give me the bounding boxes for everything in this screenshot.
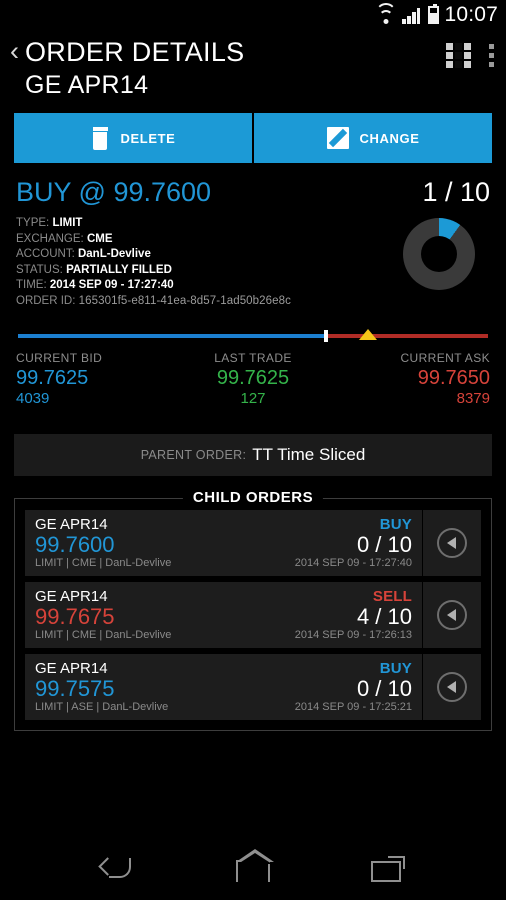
child-order-meta: LIMIT | CME | DanL-Devlive bbox=[35, 629, 172, 641]
action-button-bar: DELETE CHANGE bbox=[14, 113, 492, 163]
parent-order-bar[interactable]: PARENT ORDER: TT Time Sliced bbox=[14, 434, 492, 476]
order-side-price: BUY @ 99.7600 bbox=[16, 177, 212, 207]
last-trade-label: LAST TRADE bbox=[214, 351, 292, 365]
child-order-meta: LIMIT | CME | DanL-Devlive bbox=[35, 557, 172, 569]
chevron-left-icon bbox=[437, 528, 467, 558]
child-order-quantity: 0 / 10 bbox=[356, 676, 412, 701]
child-order-price: 99.7600 bbox=[35, 532, 115, 557]
child-order-side: BUY bbox=[379, 516, 412, 533]
current-ask-price: 99.7650 bbox=[417, 367, 490, 389]
parent-order-label: PARENT ORDER: bbox=[140, 448, 247, 462]
order-field-status-value: PARTIALLY FILLED bbox=[66, 263, 172, 276]
status-bar: 10:07 bbox=[0, 0, 506, 30]
parent-order-value: TT Time Sliced bbox=[252, 445, 366, 464]
table-row[interactable]: GE APR14 SELL 99.7675 4 / 10 LIMIT | CME… bbox=[25, 582, 481, 648]
last-trade-triangle-marker bbox=[359, 329, 378, 340]
price-range-track bbox=[18, 334, 488, 338]
last-trade-price: 99.7625 bbox=[216, 367, 290, 389]
child-order-time: 2014 SEP 09 - 17:26:13 bbox=[294, 629, 412, 641]
wifi-icon bbox=[375, 2, 397, 24]
current-bid-price: 99.7625 bbox=[16, 367, 89, 389]
grid-view-icon[interactable] bbox=[446, 43, 471, 68]
child-order-expand-button[interactable] bbox=[423, 654, 481, 720]
child-order-expand-button[interactable] bbox=[423, 582, 481, 648]
order-field-order-id-value: 165301f5-e811-41ea-8d57-1ad50b26e8c bbox=[78, 294, 292, 307]
trash-icon bbox=[91, 126, 110, 150]
order-field-order-id: ORDER ID: 165301f5-e811-41ea-8d57-1ad50b… bbox=[16, 294, 490, 310]
child-orders-legend: CHILD ORDERS bbox=[182, 489, 324, 506]
order-quantity: 1 / 10 bbox=[422, 177, 490, 207]
order-field-order-id-key: ORDER ID: bbox=[16, 294, 76, 307]
order-summary: BUY @ 99.7600 1 / 10 TYPE: LIMIT EXCHANG… bbox=[0, 163, 506, 309]
fill-progress-donut bbox=[403, 218, 475, 290]
order-price-tick-marker bbox=[323, 330, 328, 342]
android-navigation-bar bbox=[0, 838, 506, 900]
child-order-symbol: GE APR14 bbox=[35, 588, 108, 605]
child-order-quantity: 0 / 10 bbox=[356, 532, 412, 557]
child-order-quantity: 4 / 10 bbox=[356, 604, 412, 629]
order-field-type-value: LIMIT bbox=[52, 217, 83, 229]
price-range-bid-segment bbox=[18, 334, 326, 338]
app-bar: ‹ ORDER DETAILS GE APR14 bbox=[0, 30, 506, 107]
delete-button-label: DELETE bbox=[120, 130, 176, 146]
recents-icon[interactable] bbox=[371, 856, 406, 882]
order-field-account-value: DanL-Devlive bbox=[77, 248, 151, 260]
current-ask-quote: CURRENT ASK 99.7650 8379 bbox=[332, 351, 490, 408]
current-bid-size: 4039 bbox=[16, 390, 50, 407]
overflow-menu-icon[interactable] bbox=[489, 43, 494, 67]
order-field-time-key: TIME: bbox=[16, 279, 47, 291]
battery-icon bbox=[428, 4, 440, 24]
child-order-price: 99.7575 bbox=[35, 676, 115, 701]
quote-row: CURRENT BID 99.7625 4039 LAST TRADE 99.7… bbox=[16, 351, 490, 408]
order-field-type-key: TYPE: bbox=[16, 217, 50, 229]
price-range-bar bbox=[18, 329, 488, 343]
child-orders-frame: GE APR14 BUY 99.7600 0 / 10 LIMIT | CME … bbox=[14, 498, 492, 731]
current-ask-size: 8379 bbox=[456, 390, 490, 407]
change-button[interactable]: CHANGE bbox=[254, 113, 492, 163]
child-order-details[interactable]: GE APR14 SELL 99.7675 4 / 10 LIMIT | CME… bbox=[25, 582, 423, 648]
current-ask-label: CURRENT ASK bbox=[400, 351, 490, 365]
child-order-meta: LIMIT | ASE | DanL-Devlive bbox=[35, 701, 169, 713]
table-row[interactable]: GE APR14 BUY 99.7575 0 / 10 LIMIT | ASE … bbox=[25, 654, 481, 720]
child-order-price: 99.7675 bbox=[35, 604, 115, 629]
current-bid-label: CURRENT BID bbox=[16, 351, 103, 365]
app-bar-titles: ORDER DETAILS GE APR14 bbox=[25, 34, 446, 101]
back-icon[interactable] bbox=[101, 858, 135, 880]
order-field-exchange-key: EXCHANGE: bbox=[16, 232, 84, 245]
table-row[interactable]: GE APR14 BUY 99.7600 0 / 10 LIMIT | CME … bbox=[25, 510, 481, 576]
order-field-account-key: ACCOUNT: bbox=[16, 248, 75, 260]
child-orders-section: CHILD ORDERS GE APR14 BUY 99.7600 0 / 10… bbox=[14, 489, 492, 731]
last-trade-size: 127 bbox=[240, 390, 266, 407]
child-order-symbol: GE APR14 bbox=[35, 516, 108, 533]
order-field-time-value: 2014 SEP 09 - 17:27:40 bbox=[49, 279, 174, 291]
app-bar-actions bbox=[446, 34, 494, 101]
order-summary-header: BUY @ 99.7600 1 / 10 bbox=[16, 177, 490, 207]
price-range-ask-segment bbox=[325, 334, 488, 338]
chevron-left-icon bbox=[437, 600, 467, 630]
chevron-left-icon bbox=[437, 672, 467, 702]
pencil-icon bbox=[326, 127, 349, 149]
child-order-details[interactable]: GE APR14 BUY 99.7575 0 / 10 LIMIT | ASE … bbox=[25, 654, 423, 720]
order-field-status-key: STATUS: bbox=[16, 263, 63, 276]
child-order-time: 2014 SEP 09 - 17:25:21 bbox=[294, 701, 412, 713]
status-bar-clock: 10:07 bbox=[444, 3, 498, 26]
child-order-details[interactable]: GE APR14 BUY 99.7600 0 / 10 LIMIT | CME … bbox=[25, 510, 423, 576]
delete-button[interactable]: DELETE bbox=[14, 113, 252, 163]
current-bid-quote: CURRENT BID 99.7625 4039 bbox=[16, 351, 174, 408]
change-button-label: CHANGE bbox=[359, 130, 420, 146]
child-order-side: SELL bbox=[372, 588, 412, 605]
order-field-exchange-value: CME bbox=[86, 232, 113, 245]
back-chevron-icon[interactable]: ‹ bbox=[8, 34, 25, 101]
child-order-side: BUY bbox=[379, 660, 412, 677]
child-order-expand-button[interactable] bbox=[423, 510, 481, 576]
home-icon[interactable] bbox=[235, 849, 274, 882]
child-order-symbol: GE APR14 bbox=[35, 660, 108, 677]
child-order-time: 2014 SEP 09 - 17:27:40 bbox=[294, 557, 412, 569]
page-title: ORDER DETAILS bbox=[25, 37, 245, 67]
page-subtitle: GE APR14 bbox=[25, 71, 149, 99]
cellular-signal-icon bbox=[402, 7, 421, 24]
last-trade-quote: LAST TRADE 99.7625 127 bbox=[174, 351, 332, 408]
